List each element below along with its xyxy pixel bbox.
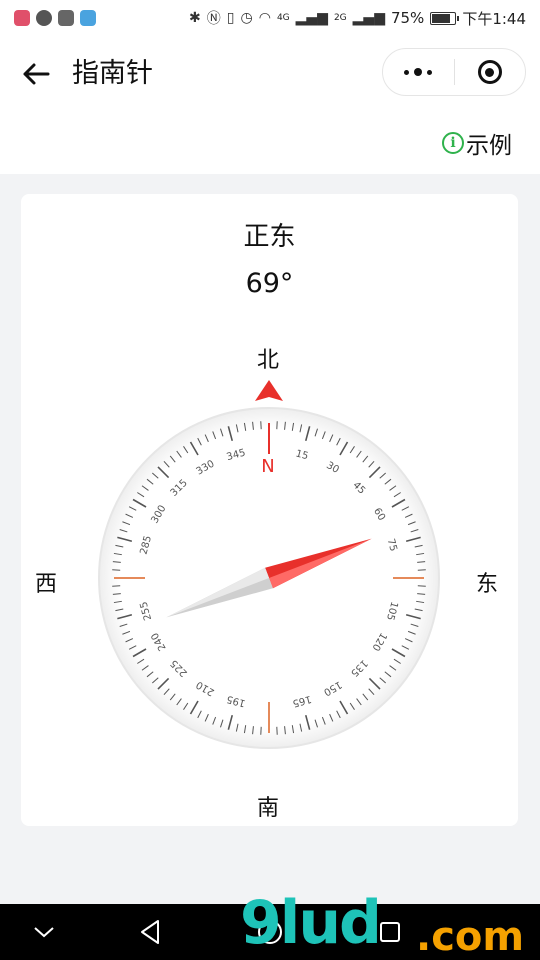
chevron-down-icon: [34, 927, 54, 938]
signal-icon: ▂▄▆: [295, 10, 328, 26]
target-icon: [477, 60, 502, 84]
wifi-icon: ◠: [258, 10, 271, 26]
photo-notification-icon: [58, 10, 74, 26]
nav-home-button[interactable]: [240, 904, 300, 960]
clock: 下午1:44: [462, 9, 526, 28]
more-button[interactable]: [383, 49, 454, 95]
compass-dial: 1530456075105120135150165195210225240255…: [98, 380, 440, 749]
info-icon: i: [442, 132, 464, 154]
alarm-icon: ◷: [240, 10, 253, 26]
nav-hide-button[interactable]: [14, 904, 74, 960]
example-label: 示例: [466, 133, 512, 159]
signal-icon-2: ▂▄▆: [352, 10, 385, 26]
bluetooth-icon: ✱: [189, 10, 201, 26]
recent-square-icon: [380, 922, 400, 942]
back-button[interactable]: [18, 56, 54, 92]
arrow-left-icon: [23, 63, 50, 85]
mini-program-capsule: [382, 48, 526, 96]
page-title: 指南针: [72, 58, 153, 89]
network-type-1: 4G: [276, 13, 290, 23]
send-notification-icon: [80, 10, 96, 26]
back-triangle-icon: [141, 920, 159, 944]
system-nav-bar: [0, 904, 540, 960]
nfc-icon: Ⓝ: [206, 11, 221, 27]
north-pointer-icon: [255, 380, 283, 401]
network-type-2: 2G: [333, 13, 347, 23]
close-button[interactable]: [455, 49, 526, 95]
notification-icons: [14, 10, 96, 26]
home-circle-icon: [258, 920, 282, 944]
example-link[interactable]: i 示例: [442, 126, 512, 160]
compass-card: 正东 69° 北 南 西 东 15 30 45 60 75 105 120 135 150 165…: [21, 194, 518, 826]
nav-back-button[interactable]: [120, 904, 180, 960]
system-status: ✱ Ⓝ ▯ ◷ ◠ 4G ▂▄▆ 2G ▂▄▆ 75% 下午1:44: [189, 8, 526, 29]
battery-percent: 75%: [390, 9, 425, 27]
more-dots-icon: [404, 68, 433, 76]
battery-icon: [430, 11, 460, 25]
example-row: i 示例: [0, 112, 540, 174]
header: 指南针: [0, 36, 540, 112]
nav-recent-button[interactable]: [360, 904, 420, 960]
status-bar: ✱ Ⓝ ▯ ◷ ◠ 4G ▂▄▆ 2G ▂▄▆ 75% 下午1:44: [0, 0, 540, 36]
dial-north-letter: N: [261, 456, 274, 477]
app-notification-icon: [14, 10, 30, 26]
chat-notification-icon: [36, 10, 52, 26]
vibrate-icon: ▯: [226, 10, 235, 26]
